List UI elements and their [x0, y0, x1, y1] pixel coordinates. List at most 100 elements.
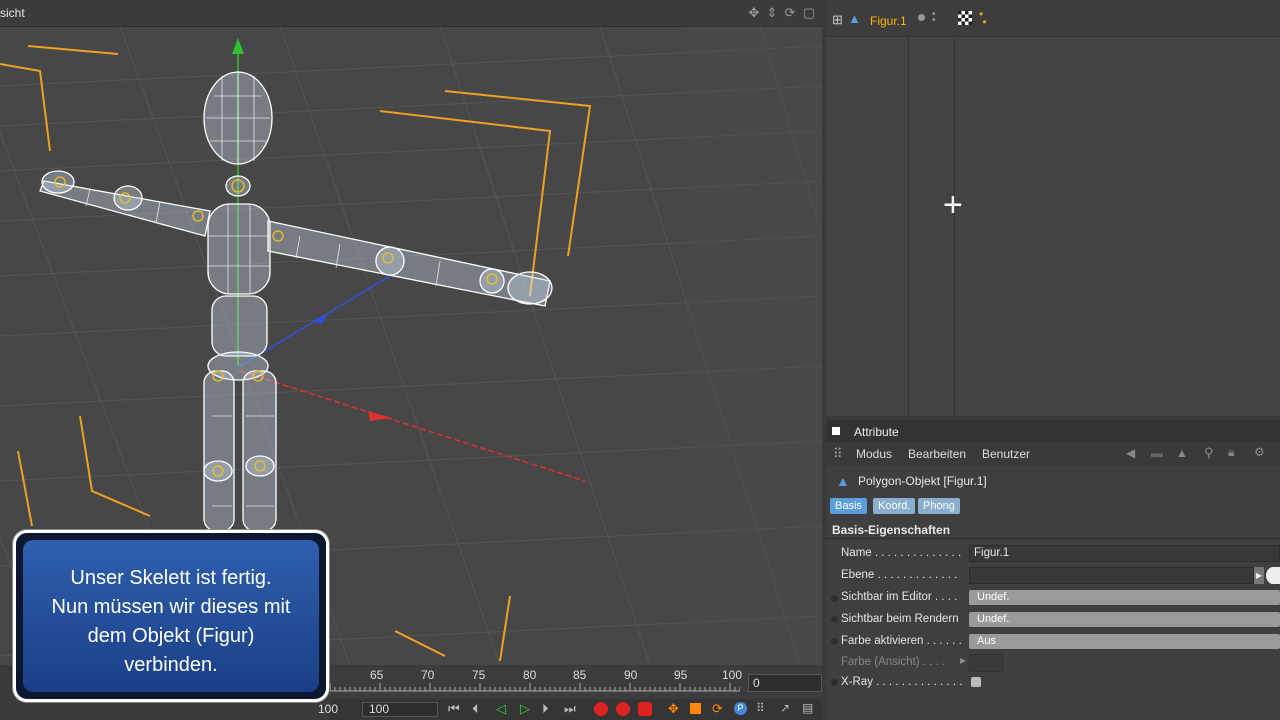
menu-benutzer[interactable]: Benutzer — [982, 447, 1030, 461]
visibility-editor-dot[interactable] — [918, 14, 925, 21]
tick-label: 100 — [722, 668, 743, 682]
up-arrow-icon[interactable]: ▲ — [1176, 446, 1188, 460]
tutorial-callout: Unser Skelett ist fertig. Nun müssen wir… — [13, 530, 329, 702]
forward-arrow-icon[interactable]: ▬ — [1151, 446, 1163, 460]
play-icon[interactable]: ▷ — [520, 701, 530, 717]
autokey-icon[interactable] — [616, 702, 630, 716]
tab-koord[interactable]: Koord. — [873, 498, 916, 514]
pla-key-icon[interactable]: ⠿ — [756, 701, 765, 715]
tick-label: 90 — [624, 668, 638, 682]
rotation-key-icon[interactable]: ⟳ — [712, 701, 723, 717]
figure-wireframe — [39, 71, 553, 532]
object-manager[interactable]: ⊞ ▲ Figur.1 • • • • + — [826, 0, 1280, 416]
z-axis-arrow — [313, 313, 328, 324]
current-frame-field[interactable]: 0 — [748, 674, 822, 692]
visibility-render-dots[interactable]: • • — [932, 10, 936, 26]
callout-text: Unser Skelett ist fertig. Nun müssen wir… — [23, 564, 319, 680]
tab-phong[interactable]: Phong — [918, 498, 960, 514]
settings-icon[interactable]: ⚙ — [1254, 445, 1265, 459]
goto-end-icon[interactable]: ⏭ — [564, 701, 576, 717]
color-swatch[interactable] — [969, 654, 1003, 672]
tab-basis[interactable]: Basis — [830, 498, 867, 514]
timeline[interactable]: 65 70 75 80 85 90 95 100 0 — [330, 665, 822, 699]
tick-label: 70 — [421, 668, 435, 682]
animation-dot[interactable] — [831, 638, 838, 645]
back-arrow-icon[interactable]: ◀ — [1126, 446, 1135, 460]
attributes-title: Attribute — [854, 425, 899, 439]
sichtbar-editor-label: Sichtbar im Editor . . . . — [841, 591, 958, 603]
x-axis-arrow — [368, 411, 392, 421]
sichtbar-render-dropdown[interactable]: Undef. — [969, 612, 1280, 627]
callout-line: Nun müssen wir dieses mit — [51, 596, 291, 618]
scale-key-icon[interactable] — [690, 703, 701, 714]
record-icon[interactable] — [594, 702, 608, 716]
rotate-view-icon[interactable]: ⟳ — [783, 6, 797, 20]
y-axis-arrow — [232, 38, 244, 54]
name-field[interactable]: Figur.1 — [969, 545, 1280, 562]
animation-dot[interactable] — [831, 595, 838, 602]
search-icon[interactable]: ⚲ — [1204, 445, 1214, 461]
crosshair-cursor-icon: + — [943, 186, 963, 224]
column-divider — [954, 36, 955, 416]
object-type-line: ▲ Polygon-Objekt [Figur.1] — [826, 468, 1280, 494]
step-forward-icon[interactable]: ⏵ — [542, 701, 549, 717]
object-type-title: Polygon-Objekt [Figur.1] — [858, 474, 987, 488]
panel-menu-icon[interactable] — [832, 427, 840, 435]
attributes-panel[interactable]: Attribute ⠿ Modus Bearbeiten Benutzer ◀ … — [826, 420, 1280, 720]
sichtbar-render-label: Sichtbar beim Rendern — [841, 613, 959, 625]
viewport-header: sicht ✥ ⇕ ⟳ ▢ — [0, 0, 822, 27]
ebene-label: Ebene . . . . . . . . . . . . . — [841, 569, 958, 581]
farbe-ansicht-label: Farbe (Ansicht) . . . . — [841, 656, 946, 668]
hierarchy-icon[interactable]: ⊞ — [832, 12, 843, 28]
polygon-object-icon: ▲ — [848, 11, 861, 26]
ebene-arrow-icon[interactable]: ▶ — [1254, 567, 1264, 584]
end-frame-field[interactable]: 100 — [362, 702, 438, 717]
tick-label: 95 — [674, 668, 688, 682]
tick-label: 85 — [573, 668, 587, 682]
move-view-icon[interactable]: ✥ — [747, 6, 761, 20]
farbe-aktivieren-label: Farbe aktivieren . . . . . . — [841, 635, 962, 647]
animation-dot[interactable] — [831, 679, 838, 686]
position-key-icon[interactable]: ✥ — [668, 701, 679, 717]
viewport-title: sicht — [0, 6, 25, 20]
grip-icon: ⠿ — [833, 446, 843, 461]
maximize-view-icon[interactable]: ▢ — [802, 6, 816, 20]
timeline-ruler[interactable] — [330, 683, 740, 697]
xray-label: X-Ray . . . . . . . . . . . . . . — [841, 676, 963, 688]
menu-modus[interactable]: Modus — [856, 447, 892, 461]
tick-label: 75 — [472, 668, 486, 682]
step-back-icon[interactable]: ⏴ — [472, 701, 479, 717]
texture-tag-icon[interactable] — [958, 11, 972, 25]
polygon-object-icon: ▲ — [836, 473, 850, 489]
left-frame-field[interactable]: 100 — [318, 702, 338, 716]
sichtbar-editor-dropdown[interactable]: Undef. — [969, 590, 1280, 605]
object-figur-label[interactable]: Figur.1 — [870, 14, 907, 28]
expand-arrow-icon[interactable]: ▶ — [960, 656, 966, 665]
joint-tag-icon[interactable]: • • — [979, 8, 987, 28]
xray-checkbox[interactable] — [971, 677, 981, 687]
callout-line: dem Objekt (Figur) — [87, 625, 255, 647]
play-reverse-icon[interactable]: ◁ — [496, 701, 506, 717]
x-axis-line — [239, 370, 586, 482]
tick-label: 65 — [370, 668, 384, 682]
column-divider — [908, 36, 909, 416]
goto-start-icon[interactable]: ⏮ — [448, 701, 460, 717]
animation-dot[interactable] — [831, 616, 838, 623]
section-title: Basis-Eigenschaften — [832, 523, 951, 537]
callout-line: Unser Skelett ist fertig. — [70, 567, 272, 589]
ebene-field[interactable] — [969, 567, 1254, 584]
menu-bearbeiten[interactable]: Bearbeiten — [908, 447, 966, 461]
viewport-shade — [686, 26, 822, 665]
tick-label: 80 — [523, 668, 537, 682]
curve-icon[interactable]: ↗ — [780, 701, 790, 715]
farbe-aktivieren-dropdown[interactable]: Aus — [969, 634, 1280, 649]
parameter-key-icon[interactable]: P — [734, 702, 747, 715]
lock-icon[interactable]: 🔒︎ — [1228, 445, 1234, 460]
zoom-view-icon[interactable]: ⇕ — [765, 6, 779, 20]
timeline-menu-icon[interactable]: ▤ — [802, 701, 813, 715]
ebene-reset-icon[interactable] — [1266, 567, 1280, 584]
attributes-titlebar: Attribute — [826, 420, 1280, 442]
attributes-menubar: ⠿ Modus Bearbeiten Benutzer ◀ ▬ ▲ ⚲ 🔒︎ ⚙ — [826, 442, 1280, 466]
keyframe-selection-icon[interactable] — [638, 702, 652, 716]
playback-bar: 100 100 ⏮ ⏴ ◁ ▷ ⏵ ⏭ ✥ ⟳ P ⠿ ↗ ▤ — [318, 699, 822, 720]
